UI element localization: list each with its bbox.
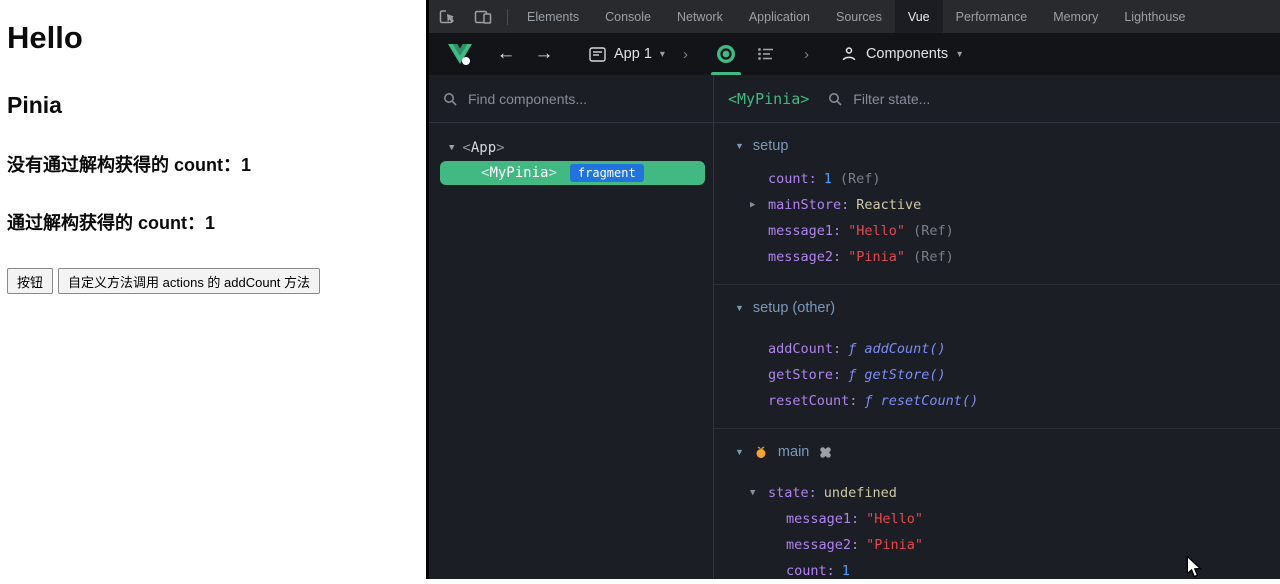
inspector-target-icon bbox=[715, 43, 737, 65]
chevron-right-icon[interactable]: ▶ bbox=[750, 192, 755, 218]
section-header-setup[interactable]: ▼ setup bbox=[714, 127, 1280, 161]
inspect-element-icon[interactable] bbox=[429, 0, 465, 33]
tree-item-app[interactable]: ▼ <App> bbox=[429, 135, 713, 160]
back-icon[interactable]: ← bbox=[487, 43, 525, 65]
add-count-button[interactable]: 按钮 bbox=[7, 268, 53, 294]
search-icon bbox=[828, 92, 842, 106]
state-filter-bar: <MyPinia> bbox=[714, 75, 1280, 123]
state-row[interactable]: ▶ mainStore:Reactive bbox=[714, 192, 1280, 218]
chevron-down-icon: ▾ bbox=[957, 49, 962, 60]
section-header-setup-other[interactable]: ▼ setup (other) bbox=[714, 289, 1280, 323]
app-selector-dropdown[interactable]: App 1 ▾ bbox=[589, 46, 665, 62]
state-row[interactable]: resetCount:ƒ resetCount() bbox=[714, 388, 1280, 414]
tab-memory[interactable]: Memory bbox=[1040, 0, 1111, 33]
app-window-icon bbox=[589, 47, 606, 62]
count-line-destructured: 通过解构获得的 count：1 bbox=[7, 209, 426, 235]
tab-elements[interactable]: Elements bbox=[514, 0, 592, 33]
state-row[interactable]: count:1(Ref) bbox=[714, 166, 1280, 192]
state-panel: <MyPinia> ▼ setup count:1(Ref) ▶ bbox=[714, 75, 1280, 579]
find-components-input[interactable] bbox=[466, 90, 699, 108]
section-rows: addCount:ƒ addCount() getStore:ƒ getStor… bbox=[714, 336, 1280, 414]
state-row[interactable]: addCount:ƒ addCount() bbox=[714, 336, 1280, 362]
tab-performance[interactable]: Performance bbox=[943, 0, 1041, 33]
chevron-down-icon: ▼ bbox=[735, 303, 744, 313]
component-tree: ▼ <App> <MyPinia> fragment bbox=[429, 123, 713, 185]
tab-vue[interactable]: Vue bbox=[895, 0, 943, 33]
state-section-setup-other: ▼ setup (other) addCount:ƒ addCount() ge… bbox=[714, 285, 1280, 429]
state-row[interactable]: count:1 bbox=[714, 558, 1280, 579]
filter-state-input[interactable] bbox=[851, 90, 1266, 108]
devtools-tabbar: Elements Console Network Application Sou… bbox=[429, 0, 1280, 33]
state-row[interactable]: ▼ state:undefined bbox=[714, 480, 1280, 506]
breadcrumb-chevron-icon: › bbox=[804, 46, 809, 63]
plugin-icon bbox=[818, 445, 833, 460]
toolbar-divider bbox=[507, 9, 508, 25]
devtools-window: Elements Console Network Application Sou… bbox=[426, 0, 1280, 579]
chevron-down-icon: ▾ bbox=[660, 49, 665, 60]
chevron-down-icon: ▼ bbox=[735, 141, 744, 151]
app-page: Hello Pinia 没有通过解构获得的 count：1 通过解构获得的 co… bbox=[0, 0, 426, 579]
vue-logo-icon bbox=[447, 42, 473, 66]
section-rows: count:1(Ref) ▶ mainStore:Reactive messag… bbox=[714, 166, 1280, 270]
timeline-icon bbox=[757, 47, 775, 61]
forward-icon[interactable]: → bbox=[525, 43, 563, 65]
breadcrumb-chevron-icon: › bbox=[683, 46, 688, 63]
device-toolbar-icon[interactable] bbox=[465, 0, 501, 33]
inspector-mode-dropdown[interactable]: Components ▾ bbox=[841, 46, 962, 62]
chevron-down-icon: ▼ bbox=[735, 447, 744, 457]
app-selector-label: App 1 bbox=[614, 46, 652, 62]
section-title: main bbox=[778, 444, 809, 460]
state-section-main: ▼ main ▼ state: bbox=[714, 429, 1280, 579]
button-row: 按钮 自定义方法调用 actions 的 addCount 方法 bbox=[7, 268, 426, 294]
state-section-setup: ▼ setup count:1(Ref) ▶ mainStore:Reactiv… bbox=[714, 123, 1280, 285]
section-rows: ▼ state:undefined message1:"Hello" messa… bbox=[714, 480, 1280, 579]
component-name: MyPinia bbox=[489, 165, 548, 181]
count-line-plain: 没有通过解构获得的 count：1 bbox=[7, 151, 426, 177]
fragment-badge: fragment bbox=[570, 164, 644, 182]
person-icon bbox=[841, 46, 857, 62]
vue-devtools-body: ▼ <App> <MyPinia> fragment <MyPinia> bbox=[429, 75, 1280, 579]
tab-application[interactable]: Application bbox=[736, 0, 823, 33]
component-name: App bbox=[471, 140, 496, 156]
section-title: setup (other) bbox=[753, 300, 835, 316]
search-icon bbox=[443, 92, 457, 106]
state-row[interactable]: message2:"Pinia"(Ref) bbox=[714, 244, 1280, 270]
tree-item-mypinia[interactable]: <MyPinia> fragment bbox=[440, 161, 705, 185]
section-title: setup bbox=[753, 138, 788, 154]
inspector-tab-button[interactable] bbox=[706, 33, 746, 75]
selected-component-tag: <MyPinia> bbox=[728, 90, 809, 108]
components-panel: ▼ <App> <MyPinia> fragment bbox=[429, 75, 714, 579]
timeline-tab-button[interactable] bbox=[746, 33, 786, 75]
chevron-down-icon[interactable]: ▼ bbox=[449, 143, 454, 153]
page-title: Hello bbox=[7, 20, 426, 56]
pinia-store-icon bbox=[753, 444, 769, 460]
tab-sources[interactable]: Sources bbox=[823, 0, 895, 33]
state-row[interactable]: message1:"Hello" bbox=[714, 506, 1280, 532]
section-header-main[interactable]: ▼ main bbox=[714, 433, 1280, 467]
vue-devtools-toolbar: ← → App 1 ▾ › › bbox=[429, 33, 1280, 75]
page-subtitle: Pinia bbox=[7, 92, 426, 119]
tab-lighthouse[interactable]: Lighthouse bbox=[1111, 0, 1198, 33]
chevron-down-icon[interactable]: ▼ bbox=[750, 480, 755, 506]
custom-action-button[interactable]: 自定义方法调用 actions 的 addCount 方法 bbox=[58, 268, 320, 294]
state-row[interactable]: message2:"Pinia" bbox=[714, 532, 1280, 558]
state-row[interactable]: message1:"Hello"(Ref) bbox=[714, 218, 1280, 244]
state-row[interactable]: getStore:ƒ getStore() bbox=[714, 362, 1280, 388]
inspector-mode-label: Components bbox=[866, 46, 948, 62]
component-search-bar bbox=[429, 75, 713, 123]
tab-console[interactable]: Console bbox=[592, 0, 664, 33]
tab-network[interactable]: Network bbox=[664, 0, 736, 33]
